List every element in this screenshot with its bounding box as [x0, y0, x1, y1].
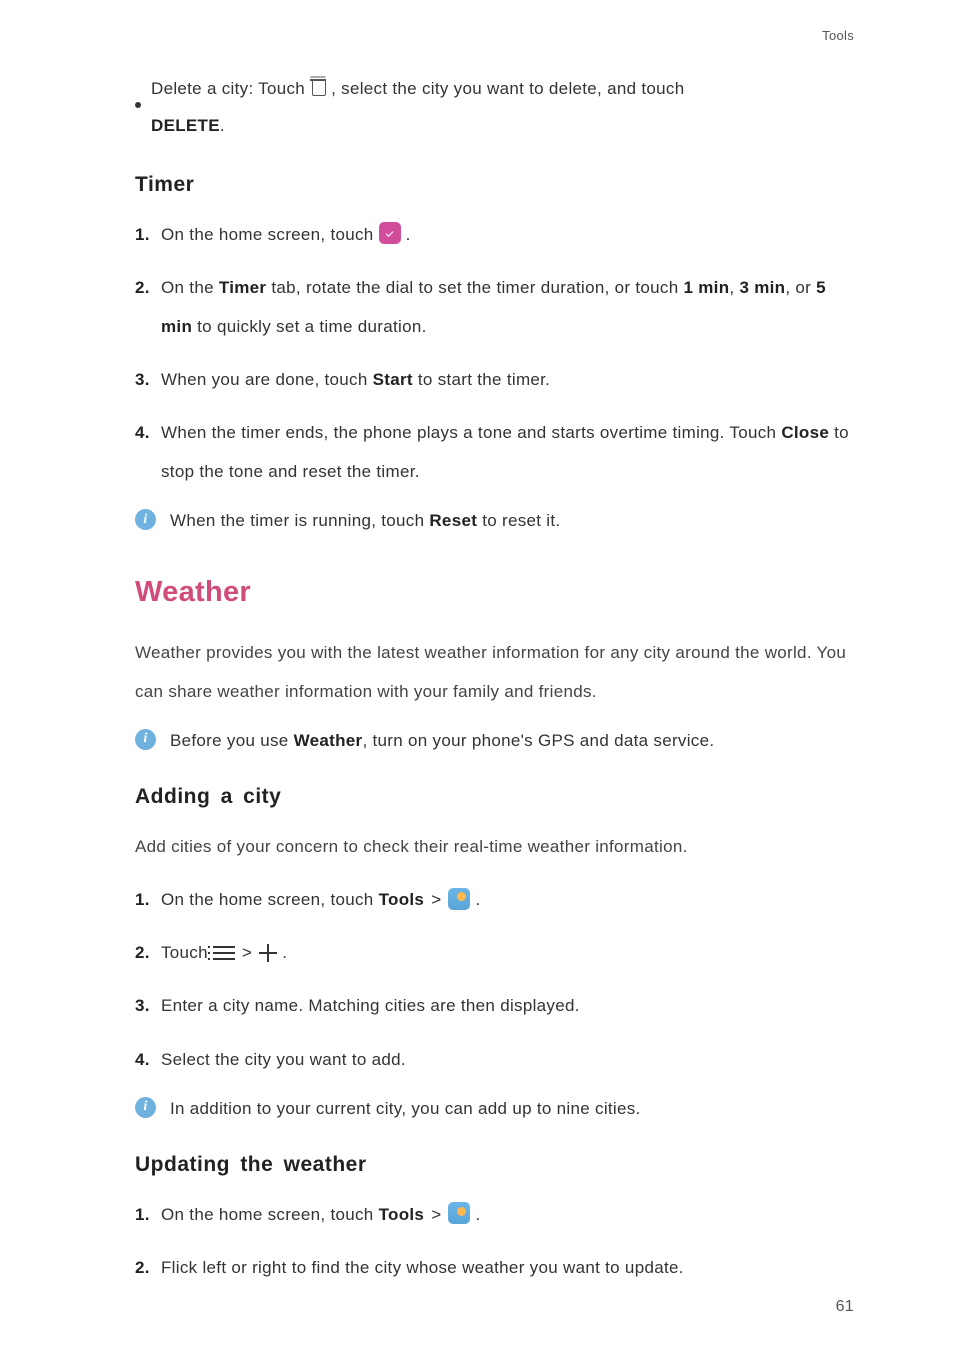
list-item: Enter a city name. Matching cities are t… — [135, 986, 854, 1025]
bullet-delete-city: Delete a city: Touch , select the city y… — [135, 70, 854, 145]
text: In addition to your current city, you ca… — [170, 1093, 641, 1125]
adding-steps: On the home screen, touch Tools > . Touc… — [135, 880, 854, 1078]
weather-app-icon — [448, 888, 470, 910]
heading-weather: Weather — [135, 576, 854, 609]
text: Select the city you want to add. — [161, 1050, 406, 1069]
list-item: On the home screen, touch Tools > . — [135, 1195, 854, 1234]
info-note: When the timer is running, touch Reset t… — [135, 505, 854, 537]
text: Before you use — [170, 731, 294, 750]
text: Delete a city: Touch — [151, 79, 310, 98]
text: . — [470, 890, 480, 909]
updating-steps: On the home screen, touch Tools > . Flic… — [135, 1195, 854, 1287]
bullet-dot — [135, 102, 141, 108]
text: Touch — [161, 943, 213, 962]
trash-icon — [310, 79, 326, 97]
text: . — [220, 116, 225, 135]
timer-steps: On the home screen, touch . On the Timer… — [135, 215, 854, 492]
text: to start the timer. — [413, 370, 550, 389]
text-bold: Start — [373, 370, 413, 389]
text: . — [282, 943, 287, 962]
text: On the home screen, touch — [161, 225, 379, 244]
text: , — [729, 278, 739, 297]
text: On the — [161, 278, 219, 297]
text-bold: 1 min — [683, 278, 729, 297]
page-number: 61 — [836, 1298, 854, 1316]
heading-updating: Updating the weather — [135, 1153, 854, 1177]
menu-list-icon — [213, 942, 235, 964]
info-icon — [135, 1097, 156, 1118]
text: , select the city you want to delete, an… — [331, 79, 684, 98]
text-bold: Tools — [379, 1205, 425, 1224]
weather-app-icon — [448, 1202, 470, 1224]
list-item: Flick left or right to find the city who… — [135, 1248, 854, 1287]
clock-app-icon — [379, 222, 401, 244]
text: > — [426, 890, 446, 909]
list-item: When the timer ends, the phone plays a t… — [135, 413, 854, 491]
info-icon — [135, 509, 156, 530]
list-item: When you are done, touch Start to start … — [135, 360, 854, 399]
text: , or — [785, 278, 816, 297]
text: Flick left or right to find the city who… — [161, 1258, 684, 1277]
heading-adding-city: Adding a city — [135, 785, 854, 809]
text: When you are done, touch — [161, 370, 373, 389]
text: . — [470, 1205, 480, 1224]
text-bold: Weather — [294, 731, 363, 750]
text: to quickly set a time duration. — [192, 317, 426, 336]
weather-intro: Weather provides you with the latest wea… — [135, 633, 854, 711]
heading-timer: Timer — [135, 173, 854, 197]
section-header: Tools — [822, 28, 854, 43]
info-note: In addition to your current city, you ca… — [135, 1093, 854, 1125]
text: On the home screen, touch — [161, 1205, 379, 1224]
text: When the timer ends, the phone plays a t… — [161, 423, 781, 442]
text: , turn on your phone's GPS and data serv… — [362, 731, 714, 750]
info-icon — [135, 729, 156, 750]
text: > — [426, 1205, 446, 1224]
list-item: On the home screen, touch . — [135, 215, 854, 254]
text-bold: 3 min — [739, 278, 785, 297]
text: to reset it. — [477, 511, 560, 530]
text: tab, rotate the dial to set the timer du… — [266, 278, 683, 297]
list-item: On the Timer tab, rotate the dial to set… — [135, 268, 854, 346]
text: Enter a city name. Matching cities are t… — [161, 996, 580, 1015]
list-item: Touch > . — [135, 933, 854, 972]
text-bold: Timer — [219, 278, 267, 297]
adding-intro: Add cities of your concern to check thei… — [135, 827, 854, 866]
list-item: Select the city you want to add. — [135, 1040, 854, 1079]
text: When the timer is running, touch — [170, 511, 429, 530]
text-bold: Tools — [379, 890, 425, 909]
text: . — [406, 225, 411, 244]
delete-action: DELETE — [151, 116, 220, 135]
text: On the home screen, touch — [161, 890, 379, 909]
plus-icon — [259, 944, 277, 962]
list-item: On the home screen, touch Tools > . — [135, 880, 854, 919]
text-bold: Reset — [429, 511, 477, 530]
info-note: Before you use Weather, turn on your pho… — [135, 725, 854, 757]
text: > — [242, 943, 257, 962]
text-bold: Close — [781, 423, 829, 442]
